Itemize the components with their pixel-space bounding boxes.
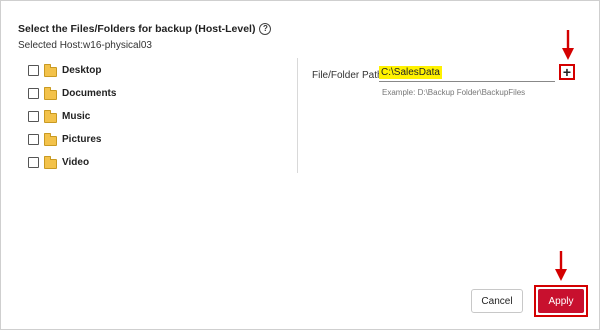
- folder-icon: [44, 63, 57, 77]
- folder-checkbox[interactable]: [28, 65, 39, 76]
- folder-label: Desktop: [62, 65, 102, 76]
- path-input[interactable]: C:\SalesData: [379, 64, 555, 82]
- folder-item-video[interactable]: Video: [28, 151, 116, 174]
- folder-label: Video: [62, 157, 90, 168]
- folder-item-desktop[interactable]: Desktop: [28, 59, 116, 82]
- folder-icon: [44, 132, 57, 146]
- cancel-button[interactable]: Cancel: [471, 289, 523, 313]
- selected-host: Selected Host:w16-physical03: [18, 40, 152, 51]
- folder-icon: [44, 86, 57, 100]
- folder-checkbox[interactable]: [28, 134, 39, 145]
- path-value: C:\SalesData: [379, 66, 442, 79]
- backup-dialog: Select the Files/Folders for backup (Hos…: [0, 0, 600, 330]
- folder-icon: [44, 155, 57, 169]
- folder-item-documents[interactable]: Documents: [28, 82, 116, 105]
- add-path-button[interactable]: +: [559, 64, 575, 80]
- folder-label: Documents: [62, 88, 117, 99]
- plus-icon: +: [562, 64, 572, 80]
- vertical-divider: [297, 58, 298, 173]
- arrow-down-icon: [555, 251, 567, 281]
- folder-list: Desktop Documents Music Pictures Video: [28, 59, 116, 174]
- folder-checkbox[interactable]: [28, 157, 39, 168]
- dialog-title-text: Select the Files/Folders for backup (Hos…: [18, 23, 256, 35]
- dialog-title: Select the Files/Folders for backup (Hos…: [18, 23, 272, 35]
- folder-checkbox[interactable]: [28, 111, 39, 122]
- apply-button[interactable]: Apply: [538, 289, 584, 313]
- arrow-down-icon: [562, 30, 574, 60]
- path-label: File/Folder Path: [312, 70, 383, 81]
- folder-item-music[interactable]: Music: [28, 105, 116, 128]
- folder-item-pictures[interactable]: Pictures: [28, 128, 116, 151]
- folder-label: Music: [62, 111, 91, 122]
- folder-icon: [44, 109, 57, 123]
- folder-checkbox[interactable]: [28, 88, 39, 99]
- help-circle-icon[interactable]: ?: [259, 23, 272, 35]
- folder-label: Pictures: [62, 134, 102, 145]
- path-example-hint: Example: D:\Backup Folder\BackupFiles: [382, 88, 526, 97]
